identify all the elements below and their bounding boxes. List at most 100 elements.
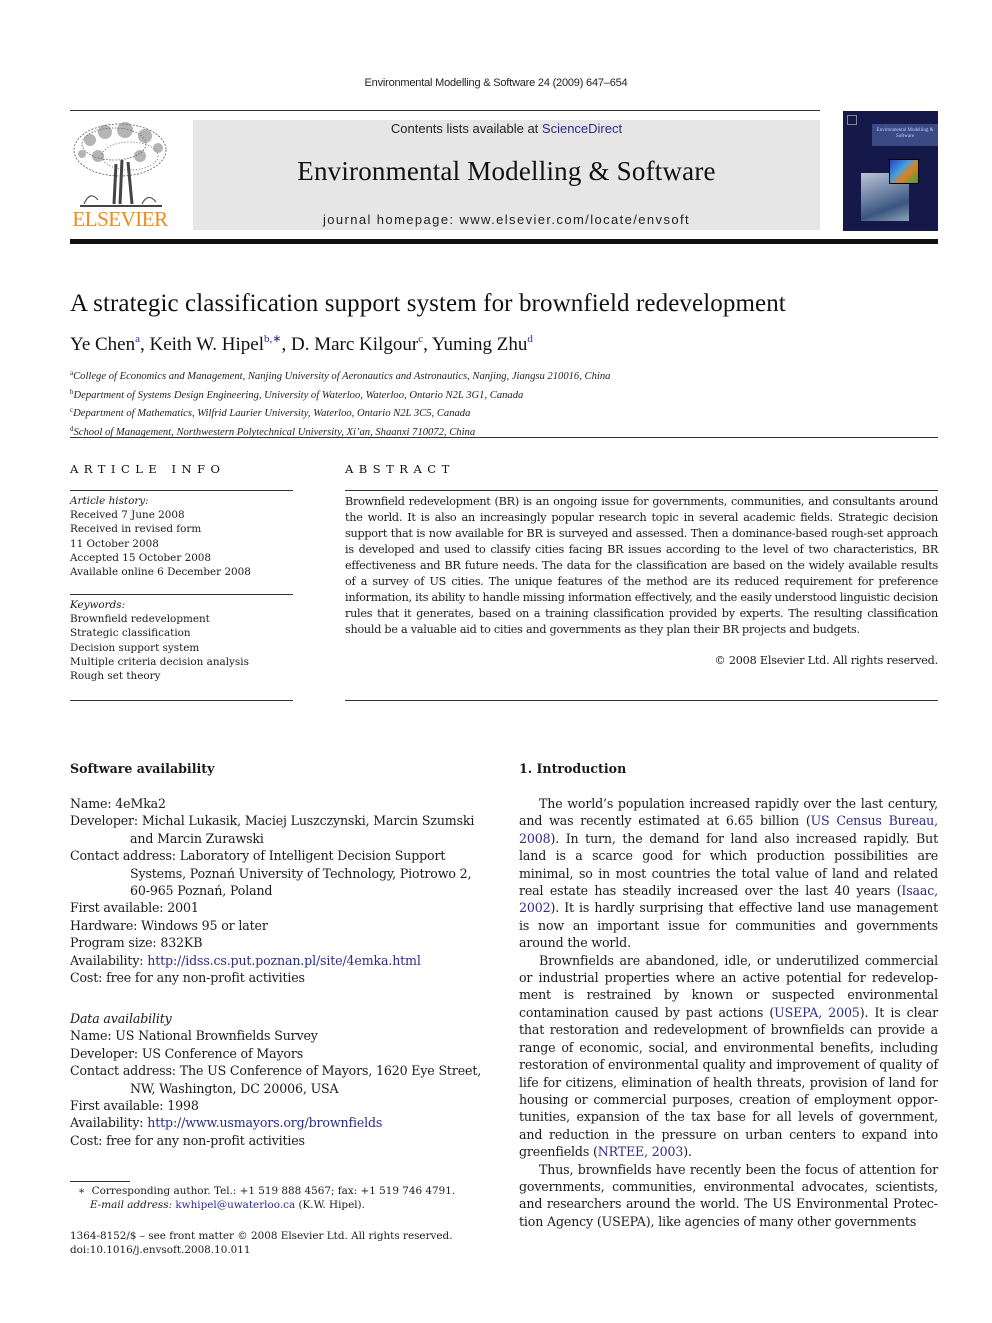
article-title: A strategic classification support syste…	[70, 290, 786, 317]
abstract-heading: ABSTRACT	[345, 462, 455, 476]
author-name: Keith W. Hipel	[149, 334, 265, 355]
availability-entry: Developer: US Conference of Mayors	[70, 1045, 490, 1062]
issn-line: 1364-8152/$ – see front matter © 2008 El…	[70, 1230, 453, 1242]
entry-value: 832KB	[160, 935, 203, 951]
entry-label: Contact address:	[70, 848, 180, 864]
entry-link[interactable]: http://idss.cs.put.poznan.pl/site/4emka.…	[147, 953, 421, 968]
data-availability-entries: Name: US National Brownfields Survey Deve…	[70, 1027, 490, 1149]
contents-line: Contents lists available at ScienceDirec…	[193, 121, 820, 136]
entry-value: US Conference of Mayors	[141, 1045, 304, 1061]
availability-entry: Program size: 832KB	[70, 934, 490, 951]
affiliation-text: Department of Mathematics, Wilfrid Lauri…	[73, 408, 471, 420]
entry-value: free for any non-profit activities	[106, 970, 305, 986]
keyword-item: Decision support system	[70, 641, 200, 654]
entry-value: 2001	[167, 900, 199, 916]
availability-entry: Name: 4eMka2	[70, 795, 490, 812]
footnote-rule	[70, 1181, 130, 1182]
availability-entry: Contact address: Laboratory of Intellige…	[70, 847, 490, 899]
author-affiliation-link[interactable]: b,∗	[264, 333, 281, 345]
affiliation: bDepartment of Systems Design Engineerin…	[70, 385, 610, 404]
entry-link[interactable]: http://www.usmayors.org/brownfields	[147, 1115, 382, 1130]
affiliation: cDepartment of Mathematics, Wilfrid Laur…	[70, 403, 610, 422]
availability-entry: First available: 2001	[70, 899, 490, 916]
article-history-label: Article history:	[70, 495, 149, 507]
elsevier-logo[interactable]: ELSEVIER	[70, 120, 170, 232]
author-affiliation-link[interactable]: c	[418, 333, 423, 345]
entry-value: free for any non-profit activities	[106, 1132, 305, 1148]
header-thick-rule	[70, 239, 938, 244]
entry-value: Michal Lukasik, Maciej Luszczynski, Marc…	[130, 813, 475, 846]
entry-label: Availability:	[70, 1115, 148, 1131]
entry-label: First available:	[70, 1098, 168, 1114]
availability-entry: First available: 1998	[70, 1097, 490, 1114]
entry-value: 1998	[167, 1098, 199, 1114]
article-info-rule	[70, 594, 293, 595]
history-item: Available online 6 December 2008	[70, 566, 251, 579]
journal-homepage-link[interactable]: journal homepage: www.elsevier.com/locat…	[193, 212, 820, 227]
corresponding-author-note: ∗ Corresponding author. Tel.: +1 519 888…	[78, 1184, 498, 1198]
citation-link[interactable]: USEPA, 2005	[774, 1005, 860, 1020]
availability-entry: Hardware: Windows 95 or later	[70, 917, 490, 934]
author-name: Yuming Zhu	[431, 334, 528, 355]
author-affiliation-link[interactable]: d	[527, 333, 533, 345]
author-list: Ye Chena, Keith W. Hipelb,∗, D. Marc Kil…	[70, 333, 533, 355]
availability-entry: Developer: Michal Lukasik, Maciej Luszcz…	[70, 812, 490, 847]
sciencedirect-link[interactable]: ScienceDirect	[542, 121, 622, 136]
doi-line[interactable]: doi:10.1016/j.envsoft.2008.10.011	[70, 1243, 490, 1257]
entry-value: US National Brownfields Survey	[115, 1028, 318, 1044]
journal-cover-thumbnail[interactable]: Environmental Modelling & Software	[843, 111, 938, 231]
cover-model-image	[889, 159, 919, 184]
history-item: 11 October 2008	[70, 537, 159, 550]
availability-entry: Availability: http://idss.cs.put.poznan.…	[70, 952, 490, 969]
contents-prefix: Contents lists available at	[390, 121, 542, 136]
entry-label: Program size:	[70, 935, 161, 951]
header-rule	[70, 110, 820, 111]
software-availability-heading: Software availability	[70, 761, 215, 776]
email-suffix: (K.W. Hipel).	[295, 1199, 365, 1211]
availability-entry: Name: US National Brownfields Survey	[70, 1027, 490, 1044]
keyword-item: Multiple criteria decision analysis	[70, 655, 249, 668]
footnote: ∗ Corresponding author. Tel.: +1 519 888…	[78, 1184, 498, 1212]
introduction-body: The world’s population increased rapidly…	[519, 795, 938, 1230]
running-head: Environmental Modelling & Software 24 (2…	[364, 77, 628, 89]
availability-entry: Contact address: The US Conference of Ma…	[70, 1062, 490, 1097]
abstract-text: Brownfield redevelopment (BR) is an ongo…	[345, 495, 938, 636]
history-item: Accepted 15 October 2008	[70, 551, 212, 564]
entry-label: Developer:	[70, 813, 142, 829]
citation-link[interactable]: Isaac, 2002	[519, 883, 938, 915]
citation-link[interactable]: US Census Bureau, 2008	[519, 813, 938, 845]
entry-value: The US Conference of Mayors, 1620 Eye St…	[130, 1063, 482, 1096]
author-name: D. Marc Kilgour	[291, 334, 419, 355]
keywords: Keywords: Brownfield redevelopment Strate…	[70, 598, 293, 683]
elsevier-wordmark: ELSEVIER	[72, 207, 168, 231]
software-availability-list: Name: 4eMka2 Developer: Michal Lukasik, M…	[70, 795, 490, 986]
author-name: Ye Chen	[70, 334, 136, 355]
article-history: Article history: Received 7 June 2008 Rec…	[70, 494, 293, 579]
keyword-item: Rough set theory	[70, 670, 161, 683]
introduction-heading: 1. Introduction	[519, 761, 627, 776]
journal-title: Environmental Modelling & Software	[297, 156, 716, 186]
email-link[interactable]: kwhipel@uwaterloo.ca	[175, 1199, 295, 1211]
section-divider	[70, 437, 938, 438]
footnote-marker: ∗	[78, 1185, 86, 1197]
corresponding-text: Corresponding author. Tel.: +1 519 888 4…	[91, 1185, 456, 1197]
keyword-item: Strategic classification	[70, 627, 191, 640]
entry-value: Laboratory of Intelligent Decision Suppo…	[130, 848, 472, 899]
paragraph: Brownfields are abandoned, idle, or unde…	[519, 952, 938, 1160]
entry-label: Contact address:	[70, 1063, 180, 1079]
entry-label: Developer:	[70, 1045, 142, 1061]
affiliation-text: College of Economics and Management, Nan…	[73, 371, 611, 382]
article-info-rule	[70, 490, 293, 491]
front-matter: 1364-8152/$ – see front matter © 2008 El…	[70, 1229, 490, 1257]
article-info-heading: ARTICLE INFO	[70, 462, 226, 476]
keywords-label: Keywords:	[70, 599, 126, 611]
author-affiliation-link[interactable]: a	[135, 333, 140, 345]
cover-publisher-icon	[847, 115, 857, 125]
journal-banner: Contents lists available at ScienceDirec…	[193, 120, 820, 230]
history-item: Received in revised form	[70, 523, 202, 536]
citation-link[interactable]: NRTEE, 2003	[598, 1144, 684, 1159]
history-list: Received 7 June 2008 Received in revised …	[70, 508, 293, 579]
entry-label: Cost:	[70, 970, 107, 986]
email-note: E-mail address: kwhipel@uwaterloo.ca (K.…	[78, 1198, 498, 1212]
abstract-copyright: © 2008 Elsevier Ltd. All rights reserved…	[714, 654, 938, 667]
